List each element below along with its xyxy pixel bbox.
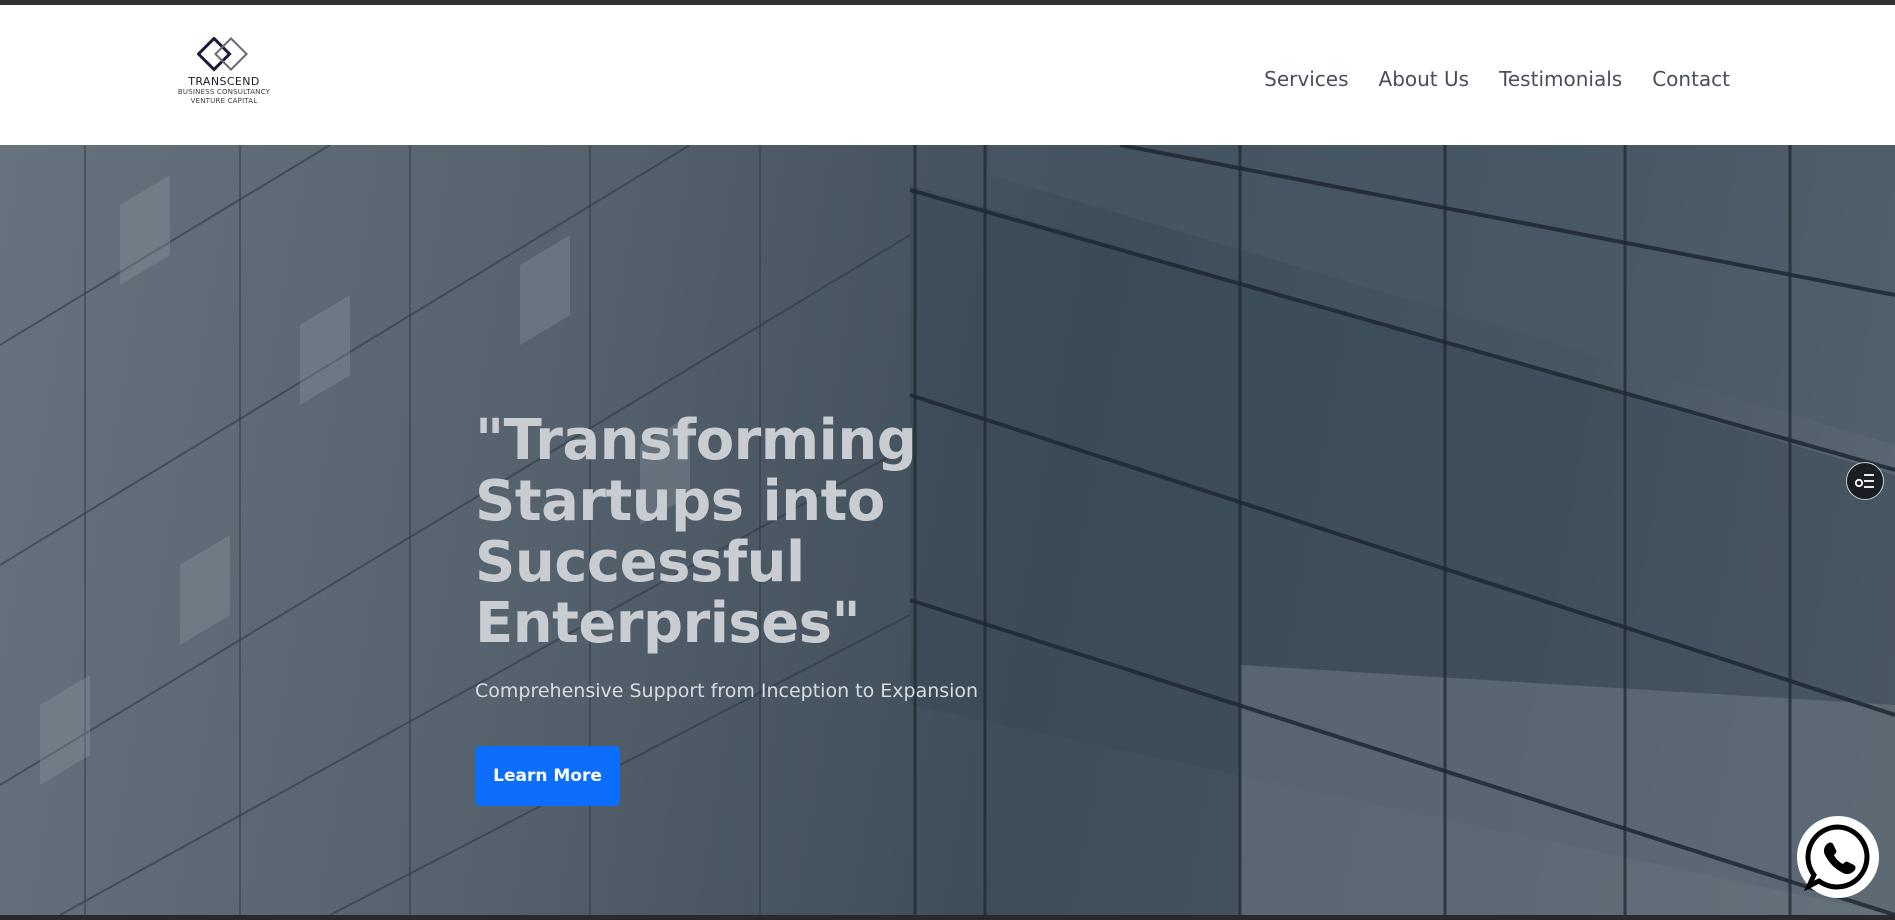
hero-headline-line-4: Enterprises": [475, 591, 861, 656]
nav-contact[interactable]: Contact: [1652, 61, 1730, 97]
hero-section: "Transforming Startups into Successful E…: [0, 145, 1895, 915]
learn-more-button[interactable]: Learn More: [475, 746, 620, 806]
hero-headline: "Transforming Startups into Successful E…: [475, 410, 1115, 654]
nav-about-us[interactable]: About Us: [1379, 61, 1470, 97]
nav-services[interactable]: Services: [1264, 61, 1348, 97]
site-header: TRANSCEND BUSINESS CONSULTANCY VENTURE C…: [0, 5, 1895, 145]
brand-logo[interactable]: TRANSCEND BUSINESS CONSULTANCY VENTURE C…: [172, 37, 276, 119]
whatsapp-chat-button[interactable]: [1797, 816, 1879, 898]
bottom-border: [0, 915, 1895, 920]
hero-subheadline: Comprehensive Support from Inception to …: [475, 680, 979, 702]
settings-list-icon: [1854, 474, 1874, 488]
main-nav: Services About Us Testimonials Contact: [1264, 61, 1730, 97]
hero-headline-line-2: Startups into: [475, 469, 885, 534]
brand-tagline-2: VENTURE CAPITAL: [190, 97, 258, 105]
side-widget-button[interactable]: [1846, 462, 1884, 500]
hero-headline-line-1: "Transforming: [475, 408, 917, 473]
whatsapp-icon: [1803, 824, 1870, 892]
double-diamond-logo-icon: [197, 37, 248, 72]
hero-headline-line-3: Successful: [475, 530, 805, 595]
brand-name: TRANSCEND: [188, 75, 260, 88]
nav-testimonials[interactable]: Testimonials: [1499, 61, 1622, 97]
hero-content: "Transforming Startups into Successful E…: [475, 410, 1115, 806]
brand-tagline-1: BUSINESS CONSULTANCY: [177, 88, 271, 96]
